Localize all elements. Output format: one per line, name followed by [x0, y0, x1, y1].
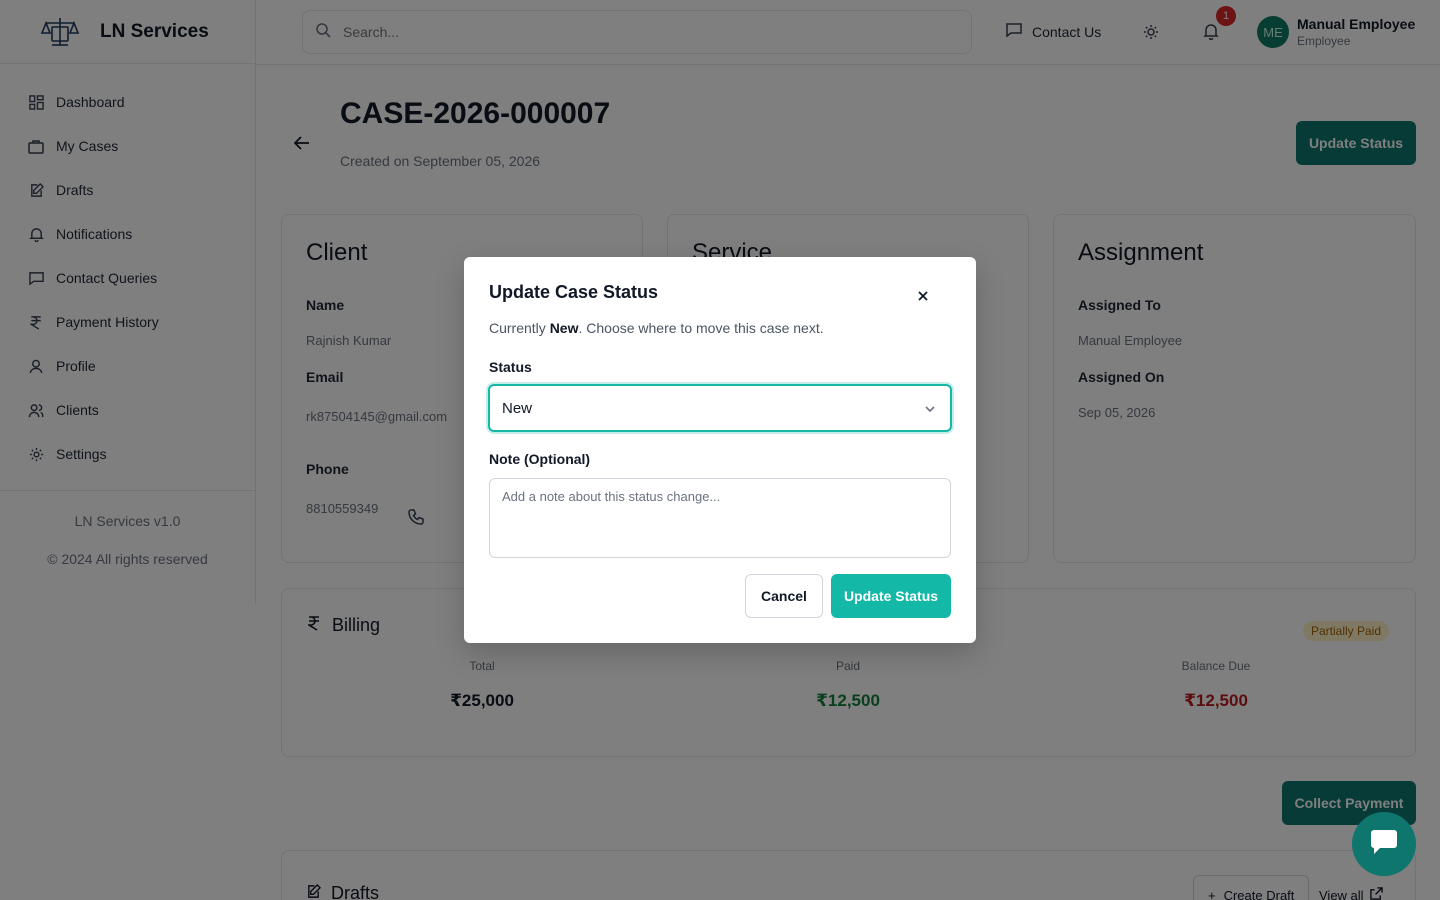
current-status: New — [549, 320, 579, 336]
dialog-description: Currently New. Choose where to move this… — [489, 320, 824, 336]
dialog-title: Update Case Status — [489, 282, 659, 302]
chat-support-button[interactable] — [1352, 812, 1416, 876]
chat-icon — [1370, 829, 1398, 860]
note-label: Note (Optional) — [489, 451, 591, 467]
close-icon[interactable] — [914, 287, 932, 305]
description-suffix: . Choose where to move this case next. — [578, 320, 824, 336]
cancel-button[interactable]: Cancel — [745, 574, 823, 618]
status-select[interactable]: New — [488, 384, 952, 432]
status-label: Status — [489, 359, 532, 375]
note-textarea[interactable] — [489, 478, 951, 558]
description-prefix: Currently — [489, 320, 550, 336]
update-status-dialog: Update Case Status Currently New. Choose… — [464, 257, 976, 643]
chevron-down-icon — [924, 402, 936, 419]
status-select-value: New — [502, 399, 533, 417]
confirm-update-status-button[interactable]: Update Status — [831, 574, 951, 618]
